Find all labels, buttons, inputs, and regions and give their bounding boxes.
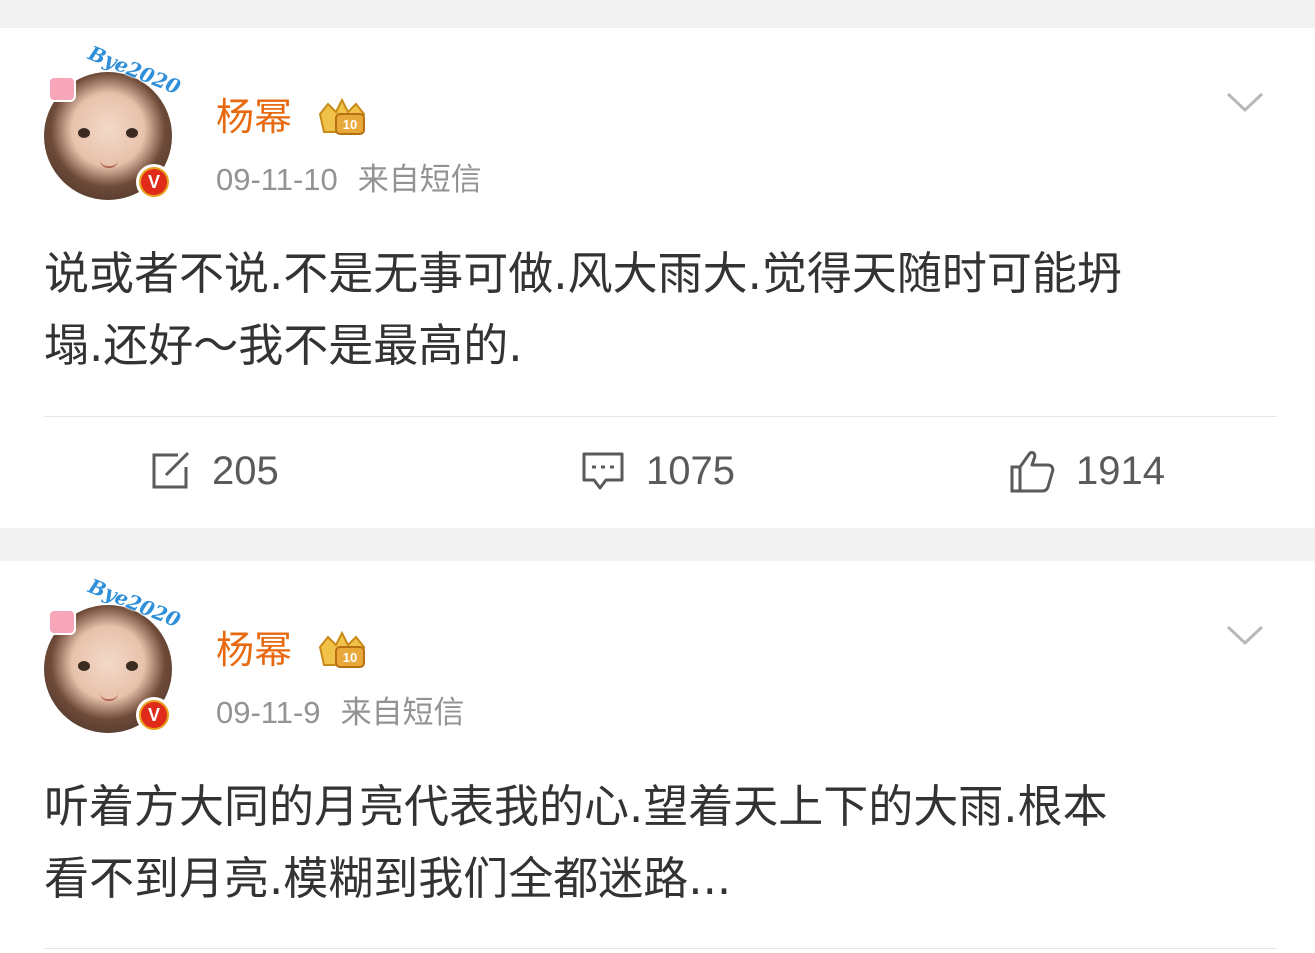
like-button[interactable]: 1914 (1008, 446, 1165, 496)
comment-icon (582, 452, 624, 490)
avatar-eyes (78, 661, 138, 671)
post-date: 09-11-10 (216, 162, 338, 197)
repost-button[interactable]: 205 (148, 446, 279, 496)
divider (44, 948, 1277, 949)
post-source: 来自短信 (357, 162, 482, 198)
chevron-down-icon[interactable] (1225, 86, 1265, 116)
camera-sticker-icon (48, 76, 76, 102)
comment-count: 1075 (646, 448, 735, 493)
vip-crown-icon[interactable]: 10 (314, 631, 370, 671)
post-meta: 09-11-9 来自短信 (216, 693, 465, 733)
like-count: 1914 (1076, 448, 1165, 493)
verified-badge-letter: V (141, 169, 167, 195)
avatar[interactable]: Bye2020 V (44, 574, 184, 733)
post-meta: 09-11-10 来自短信 (216, 160, 482, 200)
avatar-eyes (78, 128, 138, 138)
avatar-mouth (100, 693, 118, 701)
weibo-post: Bye2020 V 杨幂 10 09-11-9 来自短信 听着方大同的月亮代表我的… (0, 561, 1315, 953)
thumbs-up-icon (1010, 451, 1055, 493)
post-content-line: 说或者不说.不是无事可做.风大雨大.觉得天随时可能坍 (44, 247, 1122, 300)
post-date: 09-11-9 (216, 695, 321, 730)
post-content-line: 塌.还好～我不是最高的. (44, 319, 523, 372)
repost-count: 205 (212, 448, 279, 493)
avatar-decoration-text: Bye2020 (85, 573, 184, 633)
vip-crown-icon[interactable]: 10 (314, 98, 370, 138)
post-content: 说或者不说.不是无事可做.风大雨大.觉得天随时可能坍 塌.还好～我不是最高的. (44, 238, 1284, 382)
camera-sticker-icon (48, 609, 76, 635)
username[interactable]: 杨幂 (216, 94, 292, 140)
verified-badge-letter: V (141, 702, 167, 728)
comment-button[interactable]: 1075 (580, 446, 735, 496)
avatar-mouth (100, 160, 118, 168)
username[interactable]: 杨幂 (216, 627, 292, 673)
avatar[interactable]: Bye2020 V (44, 41, 184, 200)
post-content-line: 看不到月亮.模糊到我们全都迷路... (44, 852, 732, 905)
weibo-post: Bye2020 V 杨幂 10 09-11-10 来自短信 说或者不说.不是无事可… (0, 28, 1315, 528)
post-source: 来自短信 (340, 695, 465, 731)
member-level: 10 (343, 650, 357, 665)
member-level: 10 (343, 117, 357, 132)
repost-icon (152, 451, 190, 489)
verified-badge: V (136, 164, 172, 200)
post-content: 听着方大同的月亮代表我的心.望着天上下的大雨.根本 看不到月亮.模糊到我们全都迷… (44, 771, 1284, 915)
divider (44, 416, 1277, 417)
chevron-down-icon[interactable] (1225, 619, 1265, 649)
verified-badge: V (136, 697, 172, 733)
avatar-decoration-text: Bye2020 (85, 40, 184, 100)
post-content-line: 听着方大同的月亮代表我的心.望着天上下的大雨.根本 (44, 780, 1108, 833)
